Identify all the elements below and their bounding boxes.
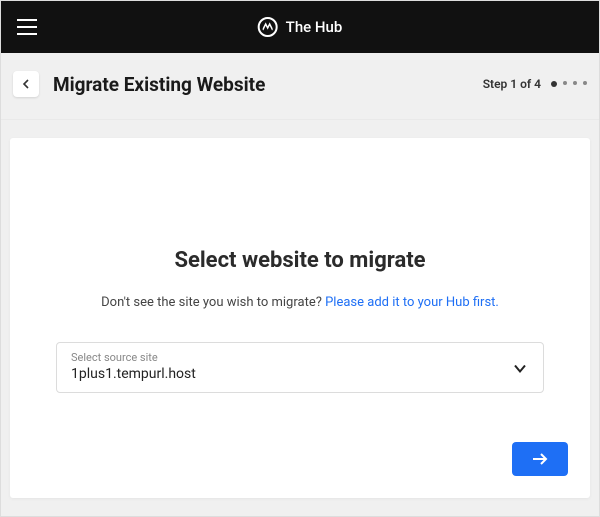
add-site-link[interactable]: Please add it to your Hub first. [325,295,499,310]
brand: The Hub [258,17,343,37]
main-card: Select website to migrate Don't see the … [10,138,590,498]
chevron-down-icon [513,358,527,377]
step-dot [551,81,557,87]
chevron-left-icon [22,79,30,89]
divider [1,119,599,120]
step-dot [573,81,577,85]
step-dot [563,81,567,85]
select-value: 1plus1.tempurl.host [71,366,529,382]
select-label: Select source site [71,351,529,364]
page-title: Migrate Existing Website [53,73,265,96]
menu-icon[interactable] [17,19,37,35]
top-bar: The Hub [1,1,599,53]
helper-prefix: Don't see the site you wish to migrate? [101,295,325,310]
hub-logo-icon [258,17,278,37]
main-heading: Select website to migrate [56,248,544,273]
back-button[interactable] [13,71,39,97]
source-site-select[interactable]: Select source site 1plus1.tempurl.host [56,342,544,393]
step-dots [551,81,587,87]
arrow-right-icon [531,452,549,466]
app-name: The Hub [286,18,343,36]
next-button[interactable] [512,442,568,476]
step-dot [583,81,587,85]
helper-text: Don't see the site you wish to migrate? … [56,295,544,310]
step-indicator: Step 1 of 4 [483,77,587,91]
subheader: Migrate Existing Website Step 1 of 4 [1,53,599,119]
step-label: Step 1 of 4 [483,77,541,91]
